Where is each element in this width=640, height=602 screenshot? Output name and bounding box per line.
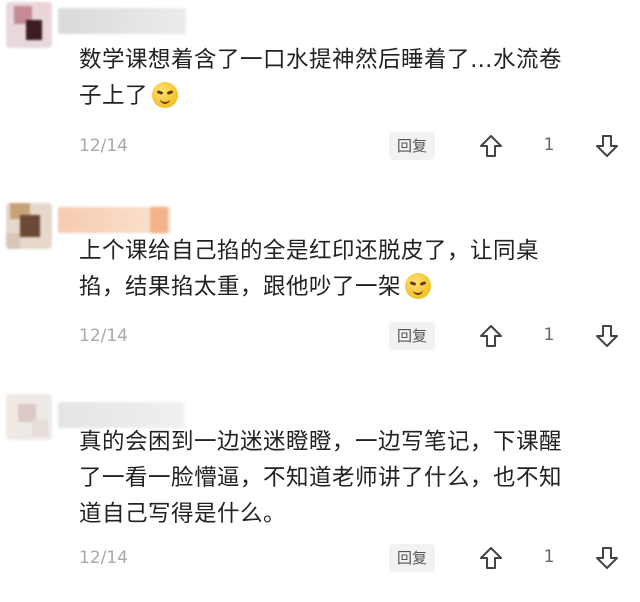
comment-line: 真的会困到一边迷迷瞪瞪，一边写笔记，下课醒 [79, 429, 563, 455]
arrow-down-icon[interactable] [594, 133, 620, 159]
arrow-down-icon[interactable] [594, 545, 620, 571]
comment-line-text: 掐，结果掐太重，跟他吵了一架 [79, 274, 402, 300]
like-count: 1 [543, 135, 555, 155]
arrow-up-icon[interactable] [478, 133, 504, 159]
avatar[interactable] [6, 203, 52, 249]
arrow-down-icon[interactable] [594, 323, 620, 349]
comment-text: 上个课给自己掐的全是红印还脱皮了，让同桌 掐，结果掐太重，跟他吵了一架 [79, 233, 619, 305]
reply-button[interactable]: 回复 [389, 132, 435, 160]
comment-text: 真的会困到一边迷迷瞪瞪，一边写笔记，下课醒 了一看一脸懵逼，不知道老师讲了什么，… [79, 424, 619, 532]
comment-line: 数学课想着含了一口水提神然后睡着了…水流卷 [79, 47, 563, 73]
reply-button[interactable]: 回复 [389, 544, 435, 572]
username[interactable] [58, 8, 186, 34]
comment-date: 12/14 [79, 326, 128, 346]
comment-line: 子上了 [79, 78, 619, 114]
reply-button[interactable]: 回复 [389, 322, 435, 350]
avatar[interactable] [6, 394, 52, 440]
sneer-emoji-icon [405, 273, 432, 299]
like-count: 1 [543, 547, 555, 567]
avatar[interactable] [6, 2, 52, 48]
grimace-emoji-icon [152, 82, 179, 108]
comment-line: 了一看一脸懵逼，不知道老师讲了什么，也不知 [79, 465, 563, 491]
comment-date: 12/14 [79, 136, 128, 156]
comment-meta: 12/14 回复 1 [0, 322, 640, 354]
comment-text: 数学课想着含了一口水提神然后睡着了…水流卷 子上了 [79, 42, 619, 114]
comment-line: 道自己写得是什么。 [79, 501, 287, 527]
comment-meta: 12/14 回复 1 [0, 132, 640, 164]
arrow-up-icon[interactable] [478, 545, 504, 571]
arrow-up-icon[interactable] [478, 323, 504, 349]
username-badge [150, 207, 168, 233]
comment-line: 掐，结果掐太重，跟他吵了一架 [79, 269, 619, 305]
comment-meta: 12/14 回复 1 [0, 544, 640, 576]
comment-line: 上个课给自己掐的全是红印还脱皮了，让同桌 [79, 238, 540, 264]
comment-line-text: 子上了 [79, 83, 149, 109]
comment-date: 12/14 [79, 548, 128, 568]
like-count: 1 [543, 325, 555, 345]
